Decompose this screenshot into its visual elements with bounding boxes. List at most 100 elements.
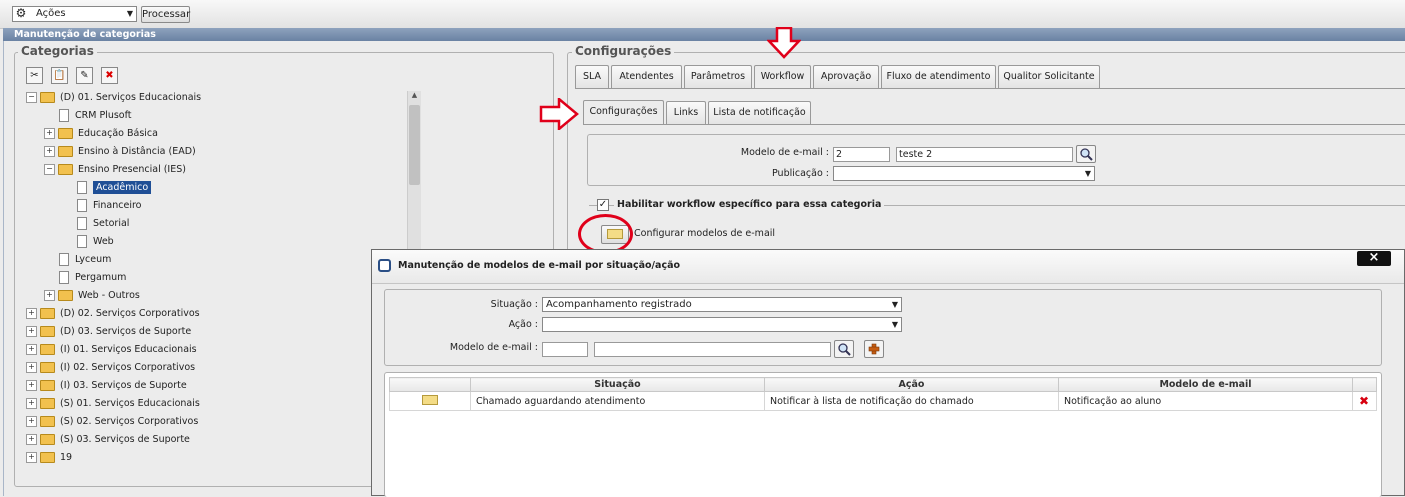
tree-node[interactable]: Pergamum [26,269,406,287]
tree-node[interactable]: + (S) 01. Serviços Educacionais [26,395,406,413]
folder-icon [40,452,55,463]
process-button[interactable]: Processar [141,6,190,23]
email-model-search-button[interactable] [1076,145,1096,163]
row-situacao: Chamado aguardando atendimento [470,391,765,411]
tree-node-label[interactable]: Acadêmico [93,181,152,194]
row-delete-icon[interactable]: ✖ [1352,391,1377,411]
cut-icon[interactable]: ✂ [26,67,43,84]
tree-node-label[interactable]: (I) 02. Serviços Corporativos [60,362,195,373]
tree-node-label[interactable]: 19 [60,452,72,463]
tree-node[interactable]: + (I) 03. Serviços de Suporte [26,377,406,395]
modal-close-button[interactable]: × [1357,251,1391,266]
expand-icon[interactable]: + [26,362,37,373]
tree-node[interactable]: Acadêmico [26,179,406,197]
expand-icon[interactable]: + [26,434,37,445]
folder-icon [40,380,55,391]
tree-node[interactable]: Financeiro [26,197,406,215]
tree-node[interactable]: + (D) 03. Serviços de Suporte [26,323,406,341]
tree-node-label[interactable]: Financeiro [93,200,142,211]
tree-node[interactable]: + (D) 02. Serviços Corporativos [26,305,406,323]
tree-node[interactable]: − (D) 01. Serviços Educacionais [26,89,406,107]
tree-node[interactable]: − Ensino Presencial (IES) [26,161,406,179]
email-model-name-input[interactable]: teste 2 [896,147,1073,162]
expand-icon[interactable]: + [44,290,55,301]
expand-icon[interactable]: + [44,146,55,157]
subtab-configuracoes[interactable]: Configurações [583,100,664,125]
tree-node-label[interactable]: Pergamum [75,272,126,283]
tree-node[interactable]: + Educação Básica [26,125,406,143]
tree-node[interactable]: Setorial [26,215,406,233]
grid-header-acao[interactable]: Ação [764,377,1059,392]
edit-icon[interactable]: ✎ [76,67,93,84]
expand-icon[interactable]: + [26,308,37,319]
enable-workflow-checkbox[interactable]: ✓ [597,199,609,211]
tree-node-label[interactable]: (I) 01. Serviços Educacionais [60,344,197,355]
modal-search-button[interactable] [834,340,854,358]
grid-header-situacao[interactable]: Situação [470,377,765,392]
tab-sla[interactable]: SLA [575,65,609,88]
tab-atendentes[interactable]: Atendentes [611,65,682,88]
tree-node-label[interactable]: Web - Outros [78,290,140,301]
subtab-lista-notificacao[interactable]: Lista de notificação [708,101,811,124]
expand-icon[interactable]: + [26,344,37,355]
tree-node[interactable]: Web [26,233,406,251]
gear-icon: ⚙ [15,6,27,20]
scroll-thumb[interactable] [409,105,420,185]
tree-node-label[interactable]: (I) 03. Serviços de Suporte [60,380,187,391]
tree-node[interactable]: CRM Plusoft [26,107,406,125]
tree-node-label[interactable]: Educação Básica [78,128,158,139]
expand-icon[interactable]: + [26,326,37,337]
action-select[interactable]: ▼ [542,317,902,332]
tree-node[interactable]: + (S) 03. Serviços de Suporte [26,431,406,449]
subtab-links[interactable]: Links [666,101,706,124]
tab-parametros[interactable]: Parâmetros [684,65,752,88]
actions-select[interactable]: ⚙ Ações ▼ [12,6,137,22]
tree-node-label[interactable]: (S) 02. Serviços Corporativos [60,416,198,427]
grid-header-modelo[interactable]: Modelo de e-mail [1058,377,1353,392]
tab-qualitor-solicitante[interactable]: Qualitor Solicitante [998,65,1100,88]
scroll-up-icon[interactable]: ▲ [409,91,420,101]
expand-icon[interactable]: + [26,416,37,427]
expand-icon[interactable]: + [26,452,37,463]
tree-node[interactable]: + (I) 01. Serviços Educacionais [26,341,406,359]
modal-email-model-name-input[interactable] [594,342,831,357]
tree-node-label[interactable]: (D) 02. Serviços Corporativos [60,308,200,319]
red-highlight-circle [578,214,633,254]
tree-node-label[interactable]: Ensino Presencial (IES) [78,164,186,175]
tree-node[interactable]: + (I) 02. Serviços Corporativos [26,359,406,377]
situation-select[interactable]: Acompanhamento registrado ▼ [542,297,902,312]
tree-node-label[interactable]: (D) 01. Serviços Educacionais [60,92,201,103]
tab-aprovacao[interactable]: Aprovação [813,65,879,88]
folder-icon [58,290,73,301]
modal-email-model-code-input[interactable] [542,342,588,357]
expand-icon[interactable]: + [44,128,55,139]
folder-icon [58,146,73,157]
delete-icon[interactable]: ✖ [101,67,118,84]
tree-node[interactable]: + Web - Outros [26,287,406,305]
tab-fluxo-atendimento[interactable]: Fluxo de atendimento [881,65,996,88]
tree-node-label[interactable]: (D) 03. Serviços de Suporte [60,326,191,337]
tab-workflow[interactable]: Workflow [754,65,811,89]
table-row[interactable]: Chamado aguardando atendimento Notificar… [389,391,1377,411]
tree-node[interactable]: + (S) 02. Serviços Corporativos [26,413,406,431]
tree-node[interactable]: + Ensino à Distância (EAD) [26,143,406,161]
expand-icon[interactable]: + [26,398,37,409]
tree-node-label[interactable]: (S) 03. Serviços de Suporte [60,434,190,445]
expand-icon[interactable]: + [26,380,37,391]
grid-header-actions [1352,377,1377,392]
email-model-code-input[interactable]: 2 [833,147,890,162]
publication-select[interactable]: ▼ [833,166,1095,181]
paste-icon[interactable]: 📋 [51,67,68,84]
collapse-icon[interactable]: − [26,92,37,103]
tree-node-label[interactable]: (S) 01. Serviços Educacionais [60,398,200,409]
tree-node-label[interactable]: Web [93,236,114,247]
tree-node[interactable]: Lyceum [26,251,406,269]
tree-node-label[interactable]: Lyceum [75,254,111,265]
tree-node-label[interactable]: Setorial [93,218,129,229]
tree-node-label[interactable]: CRM Plusoft [75,110,132,121]
row-envelope-cell[interactable] [389,391,471,411]
tree-node-label[interactable]: Ensino à Distância (EAD) [78,146,196,157]
modal-add-button[interactable] [864,340,884,358]
collapse-icon[interactable]: − [44,164,55,175]
tree-node[interactable]: +19 [26,449,406,467]
